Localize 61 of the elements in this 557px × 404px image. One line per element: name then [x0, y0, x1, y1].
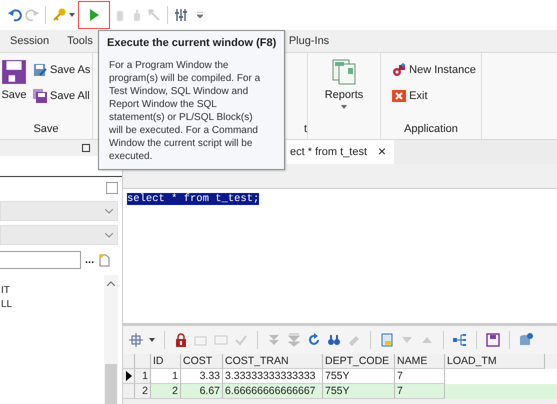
- chevron-icon: [105, 208, 113, 214]
- lock-icon[interactable]: [174, 333, 188, 347]
- tooltip-text: For a Program Window the program(s) will be compiled. For a Test Window, SQL Window and Report Window the SQL statement(s) or PL/SQL Block(s) will be executed. For a Command Window the current script will be executed.: [108, 59, 262, 163]
- sql-code: select * from t_test;: [127, 193, 260, 205]
- refresh-icon[interactable]: [307, 333, 321, 347]
- restore-icon[interactable]: [82, 144, 90, 152]
- ribbon-tab[interactable]: Session: [10, 35, 50, 47]
- reports-button[interactable]: Reports: [324, 59, 364, 109]
- grid-icon[interactable]: [129, 333, 143, 347]
- check-icon: [234, 333, 248, 347]
- list-item[interactable]: LL: [0, 299, 104, 310]
- caret-icon: [341, 105, 347, 109]
- close-button[interactable]: ×: [378, 146, 386, 164]
- save-all-button[interactable]: Save All: [33, 89, 90, 103]
- group-label: t: [304, 122, 307, 137]
- reports-icon: [331, 59, 357, 85]
- group-label: Save: [32, 122, 60, 137]
- customize-icon[interactable]: [197, 12, 203, 18]
- row-number: 2: [135, 384, 151, 399]
- undo-icon[interactable]: [8, 8, 22, 22]
- caret-icon[interactable]: [69, 13, 75, 17]
- close-icon: [392, 89, 406, 103]
- chevron-up-icon[interactable]: [107, 281, 115, 286]
- tree-icon[interactable]: [453, 333, 467, 347]
- execute-icon[interactable]: [87, 8, 101, 22]
- save-button[interactable]: Save: [1, 53, 27, 120]
- checkbox[interactable]: [106, 182, 118, 194]
- new-document-icon[interactable]: [98, 253, 110, 267]
- ribbon-tab[interactable]: Tools: [67, 35, 93, 47]
- filter-field[interactable]: [0, 251, 81, 269]
- document-tab[interactable]: ect * from t_test ×: [286, 140, 394, 164]
- chevron-icon: [105, 232, 113, 238]
- ribbon-tab[interactable]: Plug-Ins: [288, 35, 330, 47]
- row-number: 1: [135, 369, 151, 384]
- form-icon[interactable]: [380, 333, 394, 347]
- binoculars-icon[interactable]: [327, 333, 341, 347]
- table-cell: 755Y: [323, 384, 395, 399]
- save-as-button[interactable]: Save As: [33, 63, 90, 77]
- caret-icon[interactable]: [149, 338, 155, 342]
- scrollbar[interactable]: [104, 275, 118, 404]
- gears-icon: [392, 63, 406, 77]
- sliders-icon[interactable]: [174, 8, 188, 22]
- floppy-edit-icon: [33, 63, 47, 77]
- down-arrows-icon: [267, 333, 281, 347]
- browse-button[interactable]: ...: [85, 254, 94, 266]
- exit-button[interactable]: Exit: [392, 89, 476, 103]
- down-arrows-icon: [287, 333, 301, 347]
- table-cell: 7: [395, 384, 445, 399]
- database-icon[interactable]: [519, 333, 533, 347]
- current-row-icon: [126, 371, 132, 381]
- arrow-icon: [147, 8, 161, 22]
- table-cell: 6.66666666666667: [223, 384, 323, 399]
- new-instance-button[interactable]: New Instance: [392, 63, 476, 77]
- group-label: Application: [404, 122, 458, 137]
- list-item[interactable]: IT: [0, 285, 104, 296]
- floppy-icon[interactable]: [486, 333, 500, 347]
- table-cell: 2: [151, 384, 181, 399]
- eraser-icon: [347, 333, 361, 347]
- tooltip-title: Execute the current window (F8): [107, 37, 278, 49]
- table-cell: 6.67: [181, 384, 223, 399]
- floppies-icon: [33, 89, 47, 103]
